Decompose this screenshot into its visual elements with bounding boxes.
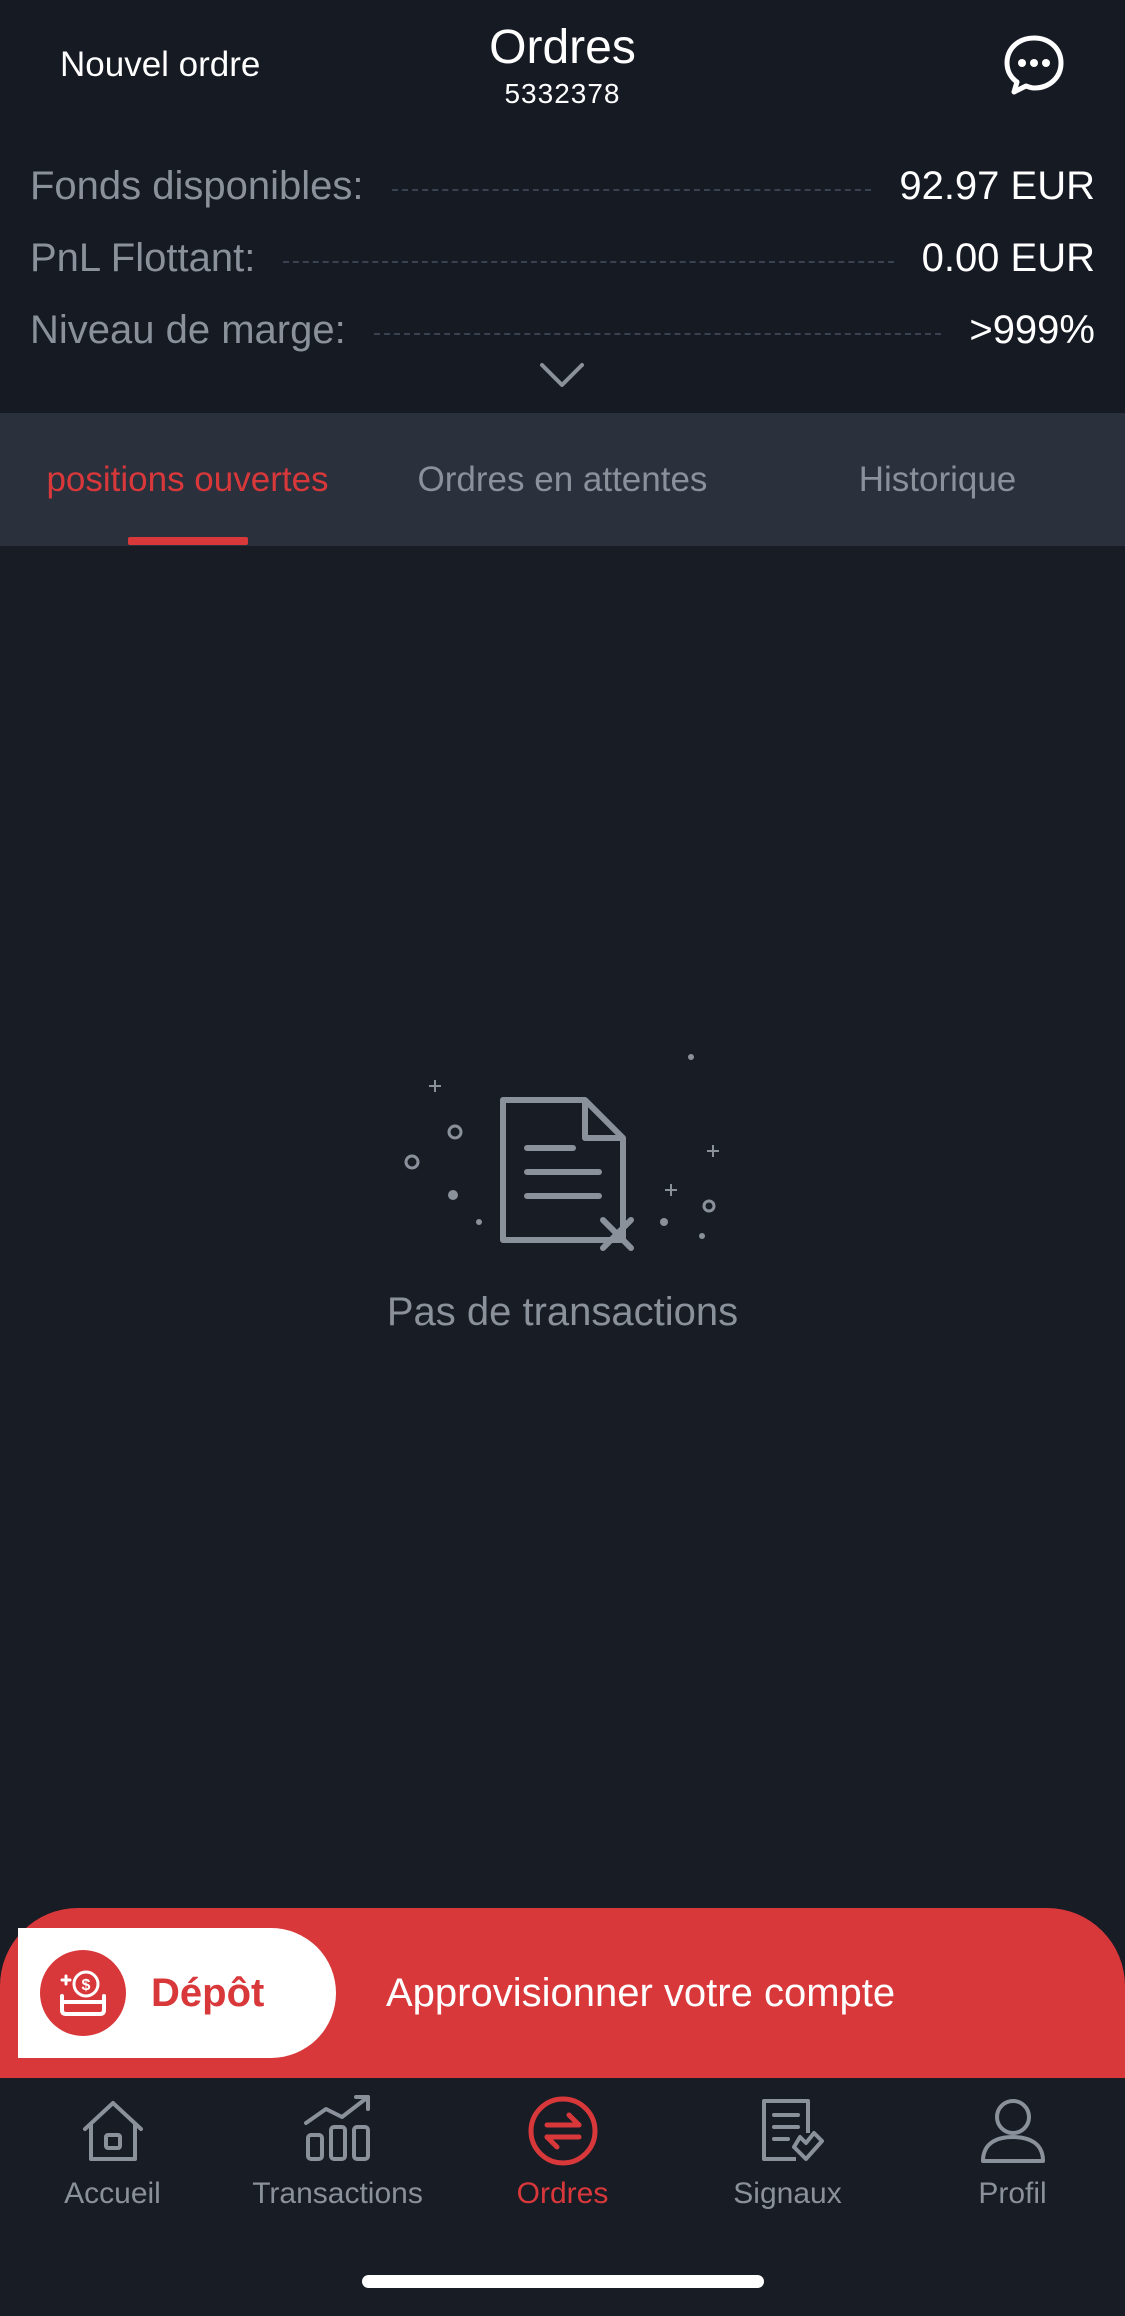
account-number: 5332378: [504, 78, 621, 109]
promo-text: Approvisionner votre compte: [386, 1971, 896, 2015]
profile-icon: [980, 2099, 1045, 2163]
tabbar-item-home[interactable]: Accueil: [0, 2093, 225, 2233]
deposit-icon: $: [40, 1950, 126, 2036]
deposit-button[interactable]: $ Dépôt: [18, 1928, 336, 2058]
stat-value: >999%: [969, 307, 1095, 352]
tabbar-label: Transactions: [252, 2177, 423, 2210]
order-tabs: positions ouvertes Ordres en attentes Hi…: [0, 413, 1125, 546]
svg-text:$: $: [82, 1977, 91, 1994]
tabbar-label: Profil: [978, 2177, 1047, 2210]
tabbar-label: Accueil: [64, 2177, 161, 2210]
signals-icon: [761, 2099, 824, 2161]
stat-leader: [283, 261, 894, 263]
tabbar-item-signals[interactable]: Signaux: [675, 2093, 900, 2233]
tabbar-item-orders[interactable]: Ordres: [450, 2093, 675, 2233]
page-title: Ordres: [489, 21, 636, 74]
deposit-banner[interactable]: $ Dépôt Approvisionner votre compte: [0, 1908, 1125, 2078]
stat-value: 0.00 EUR: [921, 235, 1095, 280]
tab-pending-orders[interactable]: Ordres en attentes: [375, 413, 750, 546]
empty-state: Pas de transactions: [0, 1040, 1125, 1360]
account-stats: Fonds disponibles: 92.97 EUR PnL Flottan…: [30, 150, 1095, 366]
stat-row-available-funds: Fonds disponibles: 92.97 EUR: [30, 150, 1095, 222]
home-indicator: [362, 2275, 764, 2288]
stat-row-floating-pnl: PnL Flottant: 0.00 EUR: [30, 222, 1095, 294]
empty-document-icon: [404, 1054, 719, 1251]
header: Nouvel ordre Ordres 5332378 Fonds dispon…: [0, 0, 1125, 413]
active-tab-indicator: [128, 537, 248, 545]
chat-button[interactable]: [1003, 34, 1065, 96]
tab-open-positions[interactable]: positions ouvertes: [0, 413, 375, 546]
home-icon: [82, 2101, 143, 2161]
chat-bubble-icon: [1004, 35, 1064, 95]
tabbar-label: Ordres: [516, 2177, 609, 2210]
stat-label: Niveau de marge:: [30, 307, 346, 352]
empty-state-text: Pas de transactions: [386, 1290, 739, 1334]
chevron-down-icon[interactable]: [537, 360, 587, 390]
tab-history[interactable]: Historique: [750, 413, 1125, 546]
orders-swap-icon: [528, 2096, 597, 2166]
tabbar-item-transactions[interactable]: Transactions: [225, 2093, 450, 2233]
stat-label: Fonds disponibles:: [30, 163, 364, 208]
stat-leader: [373, 333, 942, 335]
deposit-label: Dépôt: [151, 1971, 265, 2015]
chart-icon: [303, 2095, 370, 2161]
stat-value: 92.97 EUR: [899, 163, 1095, 208]
tabbar-item-profile[interactable]: Profil: [900, 2093, 1125, 2233]
stat-leader: [391, 189, 872, 191]
stat-label: PnL Flottant:: [30, 235, 256, 280]
stat-row-margin-level: Niveau de marge: >999%: [30, 294, 1095, 366]
tabbar-label: Signaux: [733, 2177, 842, 2210]
